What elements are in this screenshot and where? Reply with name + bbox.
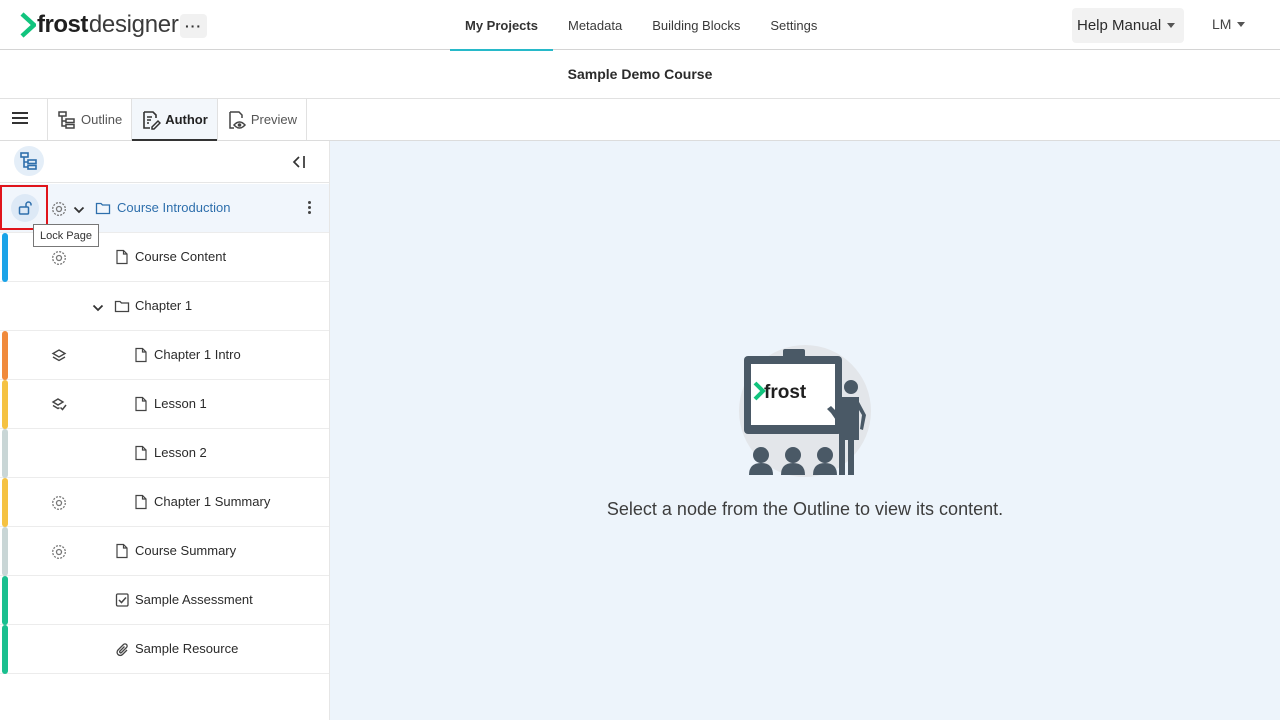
top-navigation: frost designer ··· My Projects Metadata … (0, 0, 1280, 51)
settings-badge-icon (50, 494, 68, 512)
paperclip-icon (115, 641, 130, 660)
unlock-icon (18, 201, 32, 215)
tree-node-label: Sample Assessment (135, 592, 253, 607)
frost-designer-logo[interactable]: frost designer (20, 10, 179, 40)
layers-icon (50, 347, 68, 365)
tab-author-label: Author (165, 112, 208, 127)
help-manual-label: Help Manual (1077, 17, 1162, 34)
page-icon (134, 347, 148, 366)
tab-preview[interactable]: Preview (218, 99, 308, 140)
tree-node-course-summary[interactable]: Course Summary (0, 527, 329, 576)
outline-tree-icon (58, 110, 75, 129)
nav-tab-my-projects[interactable]: My Projects (450, 0, 553, 51)
page-icon (115, 543, 129, 562)
tree-node-label: Course Introduction (117, 200, 231, 215)
page-icon (134, 494, 148, 513)
page-icon (115, 249, 129, 268)
tree-node-label: Lesson 1 (154, 396, 207, 411)
tree-node-label: Chapter 1 Summary (154, 494, 271, 509)
help-manual-dropdown[interactable]: Help Manual (1072, 8, 1184, 43)
chevron-down-icon (1167, 23, 1176, 28)
tree-node-label: Course Summary (135, 543, 237, 558)
more-menu-button[interactable]: ··· (180, 14, 207, 38)
tab-author[interactable]: Author (132, 99, 218, 141)
sidebar-header (0, 141, 329, 183)
tree-node-label: Sample Resource (135, 641, 239, 656)
illustration-frost-text: frost (764, 382, 807, 403)
tree-node-chapter-1[interactable]: Chapter 1 (0, 282, 329, 331)
status-color-bar (2, 233, 8, 282)
chevron-down-icon[interactable] (73, 203, 85, 218)
status-color-bar (2, 380, 8, 429)
page-icon (134, 445, 148, 464)
folder-icon (95, 200, 111, 219)
logo-frost-text: frost (37, 11, 88, 38)
presentation-illustration: frost (733, 345, 878, 485)
assessment-checkbox-icon (115, 592, 130, 611)
status-color-bar (2, 625, 8, 674)
logo-chevron-icon (20, 12, 36, 38)
page-icon (134, 396, 148, 415)
collapse-sidebar-icon[interactable] (291, 155, 307, 174)
edit-document-icon (143, 110, 162, 130)
course-title: Sample Demo Course (567, 66, 713, 82)
chevron-down-icon (1237, 21, 1246, 27)
hamburger-menu-icon[interactable] (12, 112, 28, 126)
user-initials: LM (1212, 16, 1232, 32)
settings-badge-icon (50, 543, 68, 561)
tree-node-label: Chapter 1 (135, 298, 193, 313)
status-color-bar (2, 429, 8, 478)
status-color-bar (2, 576, 8, 625)
tree-node-chapter-1-summary[interactable]: Chapter 1 Summary (0, 478, 329, 527)
tree-node-label: Chapter 1 Intro (154, 347, 241, 362)
outline-tree: Course Introduction Course Content Chapt… (0, 184, 329, 674)
main-nav-tabs: My Projects Metadata Building Blocks Set… (450, 0, 832, 51)
tree-node-chapter-1-intro[interactable]: Chapter 1 Intro (0, 331, 329, 380)
settings-badge-icon (50, 249, 68, 267)
tab-outline-label: Outline (81, 112, 123, 127)
mode-toolbar: Outline Author Preview (0, 99, 1280, 141)
tab-preview-label: Preview (250, 112, 298, 127)
folder-icon (114, 298, 130, 317)
tree-node-sample-resource[interactable]: Sample Resource (0, 625, 329, 674)
status-color-bar (2, 478, 8, 527)
nav-tab-building-blocks[interactable]: Building Blocks (637, 0, 755, 50)
eye-preview-icon (229, 110, 246, 129)
lock-page-button[interactable] (11, 194, 39, 222)
more-options-icon[interactable] (308, 201, 312, 216)
outline-view-toggle[interactable] (14, 146, 44, 176)
nav-tab-metadata[interactable]: Metadata (553, 0, 637, 50)
chevron-down-icon[interactable] (92, 301, 104, 316)
tree-node-label: Course Content (135, 249, 227, 264)
layers-check-icon (50, 396, 68, 414)
nav-tab-settings[interactable]: Settings (755, 0, 832, 50)
mode-tabs: Outline Author Preview (47, 99, 308, 141)
course-title-bar: Sample Demo Course (0, 50, 1280, 99)
status-color-bar (2, 331, 8, 380)
tree-node-lesson-2[interactable]: Lesson 2 (0, 429, 329, 478)
content-panel: frost Select a node from the Outline to … (330, 141, 1280, 720)
tab-outline[interactable]: Outline (48, 99, 133, 140)
tree-node-lesson-1[interactable]: Lesson 1 (0, 380, 329, 429)
outline-tree-icon (20, 152, 37, 170)
settings-badge-icon (50, 200, 68, 218)
tree-node-sample-assessment[interactable]: Sample Assessment (0, 576, 329, 625)
lock-page-tooltip: Lock Page (33, 224, 99, 247)
user-menu-dropdown[interactable]: LM (1212, 16, 1246, 32)
logo-designer-text: designer (88, 11, 179, 38)
status-color-bar (2, 527, 8, 576)
tree-node-label: Lesson 2 (154, 445, 207, 460)
empty-state-message: Select a node from the Outline to view i… (606, 499, 1004, 519)
